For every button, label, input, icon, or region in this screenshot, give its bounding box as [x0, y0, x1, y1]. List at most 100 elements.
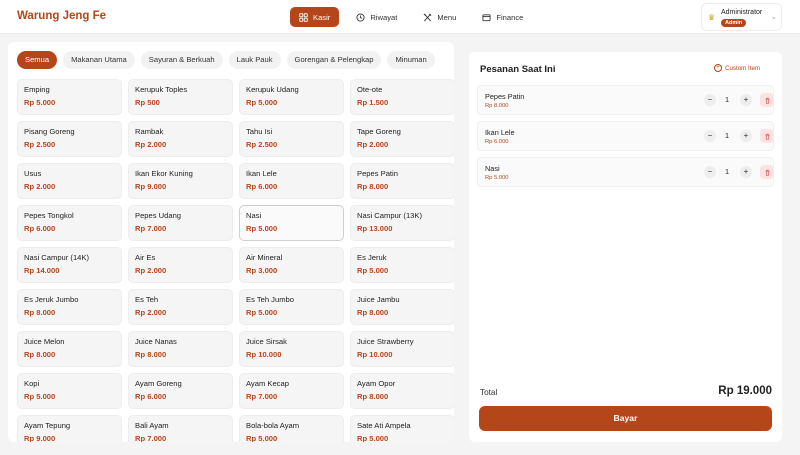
- order-list: Pepes Patin Rp 8.000−1 + Ikan Lele Rp 6.000−…: [477, 85, 774, 193]
- product-name: Pisang Goreng: [24, 127, 75, 136]
- product-card[interactable]: Emping Rp 5.000: [17, 79, 122, 115]
- pay-button[interactable]: Bayar: [479, 406, 772, 431]
- product-name: Ayam Opor: [357, 379, 396, 388]
- product-card[interactable]: Usus Rp 2.000: [17, 163, 122, 199]
- product-price: Rp 2.000: [357, 140, 389, 149]
- category-tabs: Semua Makanan Utama Sayuran & Berkuah Lauk …: [17, 51, 435, 69]
- trash-icon: [764, 97, 770, 104]
- category-tab[interactable]: Gorengan & Pelengkap: [286, 51, 382, 69]
- nav-finance[interactable]: Finance: [473, 7, 532, 27]
- category-tab[interactable]: Semua: [17, 51, 58, 69]
- product-price: Rp 500: [135, 98, 160, 107]
- wallet-icon: [482, 13, 491, 21]
- product-card[interactable]: Bali Ayam Rp 7.000: [128, 415, 233, 442]
- product-price: Rp 5.000: [357, 266, 389, 275]
- increase-qty-button[interactable]: +: [740, 94, 752, 106]
- product-card[interactable]: Es Teh Jumbo Rp 5.000: [239, 289, 344, 325]
- product-card[interactable]: Ayam Opor Rp 8.000: [350, 373, 454, 409]
- product-price: Rp 1.500: [357, 98, 389, 107]
- product-grid: Emping Rp 5.000 Kerupuk Toples Rp 500 Kerupu…: [17, 79, 454, 442]
- order-item-price: Rp 5.000: [485, 175, 509, 181]
- product-card[interactable]: Sate Ati Ampela Rp 5.000: [350, 415, 454, 442]
- product-card[interactable]: Tahu Isi Rp 2.500: [239, 121, 344, 157]
- product-card[interactable]: Pepes Tongkol Rp 6.000: [17, 205, 122, 241]
- product-card[interactable]: Pepes Patin Rp 8.000: [350, 163, 454, 199]
- product-price: Rp 8.000: [357, 308, 389, 317]
- increase-qty-button[interactable]: +: [740, 166, 752, 178]
- product-card[interactable]: Es Teh Rp 2.000: [128, 289, 233, 325]
- product-card[interactable]: Ayam Kecap Rp 7.000: [239, 373, 344, 409]
- product-card[interactable]: Juice Sirsak Rp 10.000: [239, 331, 344, 367]
- product-name: Nasi Campur (13K): [357, 211, 422, 220]
- product-card[interactable]: Ikan Lele Rp 6.000: [239, 163, 344, 199]
- product-price: Rp 9.000: [135, 182, 167, 191]
- crown-icon: ♛: [708, 13, 716, 22]
- product-card[interactable]: Tape Goreng Rp 2.000: [350, 121, 454, 157]
- product-name: Nasi Campur (14K): [24, 253, 89, 262]
- category-tab[interactable]: Sayuran & Berkuah: [140, 51, 223, 69]
- product-name: Bali Ayam: [135, 421, 169, 430]
- product-card[interactable]: Es Jeruk Jumbo Rp 8.000: [17, 289, 122, 325]
- product-name: Nasi: [246, 211, 262, 220]
- product-name: Ikan Ekor Kuning: [135, 169, 193, 178]
- product-card[interactable]: Kerupuk Toples Rp 500: [128, 79, 233, 115]
- product-price: Rp 6.000: [135, 392, 167, 401]
- product-name: Ikan Lele: [246, 169, 277, 178]
- category-tab[interactable]: Lauk Pauk: [228, 51, 281, 69]
- product-card[interactable]: Bola-bola Ayam Rp 5.000: [239, 415, 344, 442]
- product-card[interactable]: Ote-ote Rp 1.500: [350, 79, 454, 115]
- product-card[interactable]: Nasi Campur (14K) Rp 14.000: [17, 247, 122, 283]
- delete-item-button[interactable]: [760, 93, 774, 107]
- nav-kasir[interactable]: Kasir: [290, 7, 340, 27]
- product-price: Rp 2.000: [135, 140, 167, 149]
- user-menu[interactable]: ♛ Administrator Admin ⌄: [701, 3, 782, 31]
- product-name: Juice Jambu: [357, 295, 400, 304]
- product-name: Pepes Tongkol: [24, 211, 74, 220]
- product-card[interactable]: Air Mineral Rp 3.000: [239, 247, 344, 283]
- nav-menu[interactable]: Menu: [414, 7, 465, 27]
- product-card[interactable]: Juice Melon Rp 8.000: [17, 331, 122, 367]
- product-card[interactable]: Nasi Campur (13K) Rp 13.000: [350, 205, 454, 241]
- product-price: Rp 8.000: [357, 392, 389, 401]
- product-price: Rp 3.000: [246, 266, 278, 275]
- product-card[interactable]: Rambak Rp 2.000: [128, 121, 233, 157]
- product-name: Es Teh: [135, 295, 159, 304]
- product-price: Rp 5.000: [246, 308, 278, 317]
- product-card[interactable]: Air Es Rp 2.000: [128, 247, 233, 283]
- increase-qty-button[interactable]: +: [740, 130, 752, 142]
- category-tab[interactable]: Makanan Utama: [63, 51, 135, 69]
- nav-riwayat[interactable]: Riwayat: [347, 7, 406, 27]
- product-name: Es Jeruk: [357, 253, 387, 262]
- product-price: Rp 5.000: [357, 434, 389, 442]
- product-card[interactable]: Juice Jambu Rp 8.000: [350, 289, 454, 325]
- custom-item-button[interactable]: + Custom Item: [714, 64, 760, 72]
- product-card[interactable]: Nasi Rp 5.000: [239, 205, 344, 241]
- product-name: Air Es: [135, 253, 156, 262]
- custom-item-label: Custom Item: [725, 64, 761, 72]
- category-tab[interactable]: Minuman: [387, 51, 435, 69]
- product-card[interactable]: Ayam Goreng Rp 6.000: [128, 373, 233, 409]
- delete-item-button[interactable]: [760, 165, 774, 179]
- product-card[interactable]: Kopi Rp 5.000: [17, 373, 122, 409]
- order-item-name: Ikan Lele: [485, 128, 515, 137]
- product-price: Rp 2.000: [135, 308, 167, 317]
- decrease-qty-button[interactable]: −: [704, 94, 716, 106]
- product-price: Rp 13.000: [357, 224, 393, 233]
- delete-item-button[interactable]: [760, 129, 774, 143]
- decrease-qty-button[interactable]: −: [704, 166, 716, 178]
- product-card[interactable]: Pisang Goreng Rp 2.500: [17, 121, 122, 157]
- product-price: Rp 5.000: [246, 98, 278, 107]
- order-panel: Pesanan Saat Ini + Custom Item Pepes Pat…: [469, 52, 782, 442]
- product-name: Ote-ote: [357, 85, 383, 94]
- product-card[interactable]: Pepes Udang Rp 7.000: [128, 205, 233, 241]
- product-card[interactable]: Juice Strawberry Rp 10.000: [350, 331, 454, 367]
- plus-circle-icon: +: [714, 64, 722, 72]
- decrease-qty-button[interactable]: −: [704, 130, 716, 142]
- product-card[interactable]: Juice Nanas Rp 8.000: [128, 331, 233, 367]
- product-card[interactable]: Es Jeruk Rp 5.000: [350, 247, 454, 283]
- product-name: Ayam Tepung: [24, 421, 71, 430]
- total-label: Total: [480, 388, 498, 397]
- product-card[interactable]: Kerupuk Udang Rp 5.000: [239, 79, 344, 115]
- product-card[interactable]: Ayam Tepung Rp 9.000: [17, 415, 122, 442]
- product-card[interactable]: Ikan Ekor Kuning Rp 9.000: [128, 163, 233, 199]
